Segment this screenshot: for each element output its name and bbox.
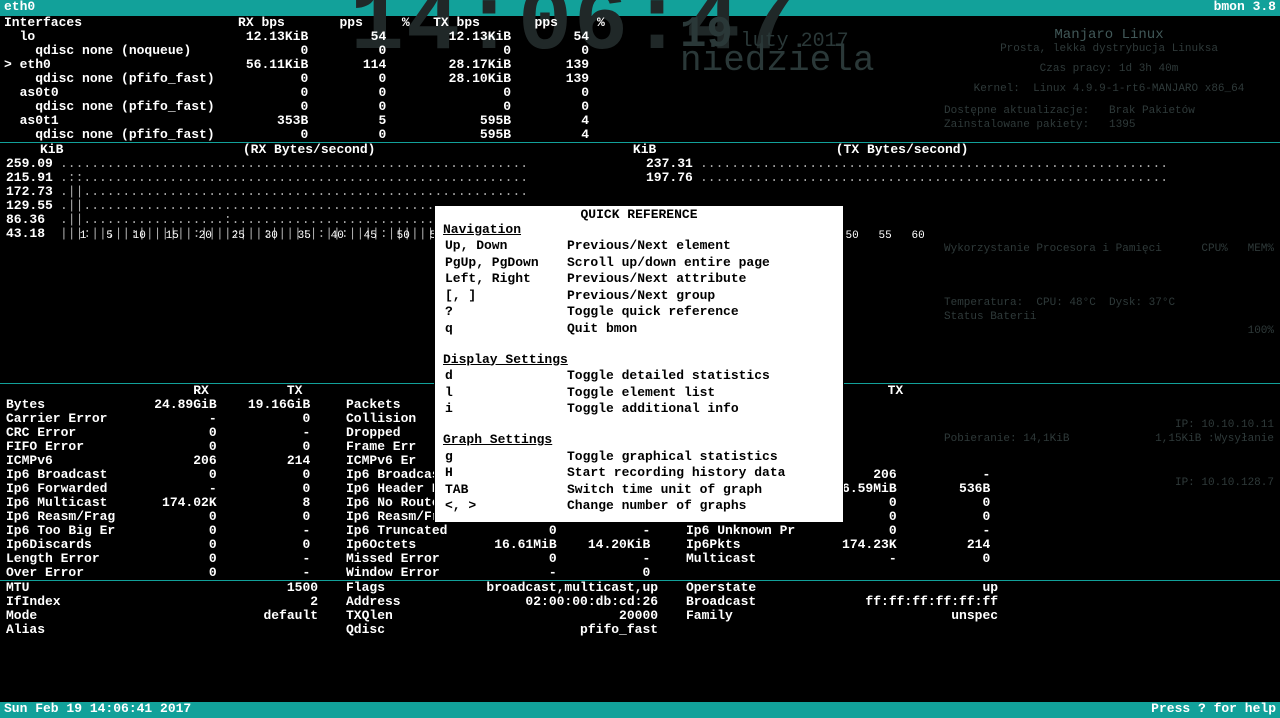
quickref-row: ?Toggle quick reference [445, 305, 770, 320]
quickref-row: dToggle detailed statistics [445, 369, 770, 384]
interface-row[interactable]: qdisc none (pfifo_fast) 0 0 28.10KiB 139 [4, 72, 1276, 86]
interface-table[interactable]: Interfaces RX bps pps % TX bps pps % lo … [0, 16, 1280, 142]
quickref-row: Up, DownPrevious/Next element [445, 239, 770, 254]
titlebar-left: eth0 [4, 0, 35, 16]
quickref-row: qQuit bmon [445, 322, 770, 337]
quickref-disp-header: Display Settings [443, 353, 835, 368]
quickref-nav-header: Navigation [443, 223, 835, 238]
interface-row[interactable]: qdisc none (pfifo_fast) 0 0 595B 4 [4, 128, 1276, 142]
quickref-disp-table: dToggle detailed statistics lToggle eleme… [443, 367, 772, 419]
interface-row[interactable]: qdisc none (noqueue) 0 0 0 0 [4, 44, 1276, 58]
quickref-row: Left, RightPrevious/Next attribute [445, 272, 770, 287]
quickref-row: lToggle element list [445, 386, 770, 401]
info-block: MTU 1500 IfIndex 2 Mode default Alias Fl… [0, 581, 1280, 637]
quickref-row: TABSwitch time unit of graph [445, 483, 785, 498]
quickref-row: [, ]Previous/Next group [445, 289, 770, 304]
interface-row[interactable]: as0t1 353B 5 595B 4 [4, 114, 1276, 128]
quickref-row: HStart recording history data [445, 466, 785, 481]
quickref-graph-table: gToggle graphical statisticsHStart recor… [443, 448, 787, 516]
statusbar-clock: Sun Feb 19 14:06:41 2017 [4, 702, 191, 718]
quickref-row: <, >Change number of graphs [445, 499, 785, 514]
quickref-graph-header: Graph Settings [443, 433, 835, 448]
statusbar-help-hint: Press ? for help [1151, 702, 1276, 718]
quickref-row: iToggle additional info [445, 402, 770, 417]
quickref-nav-table: Up, DownPrevious/Next element PgUp, PgDow… [443, 237, 772, 338]
titlebar: eth0 bmon 3.8 [0, 0, 1280, 16]
interface-row[interactable]: > eth0 56.11KiB 114 28.17KiB 139 [4, 58, 1276, 72]
statusbar: Sun Feb 19 14:06:41 2017 Press ? for hel… [0, 702, 1280, 718]
interface-row[interactable]: lo 12.13KiB 54 12.13KiB 54 [4, 30, 1276, 44]
quick-reference-popup: QUICK REFERENCE Navigation Up, DownPrevi… [434, 205, 844, 523]
quickref-row: PgUp, PgDownScroll up/down entire page [445, 256, 770, 271]
interface-row[interactable]: qdisc none (pfifo_fast) 0 0 0 0 [4, 100, 1276, 114]
quickref-title: QUICK REFERENCE [443, 208, 835, 223]
interface-row[interactable]: as0t0 0 0 0 0 [4, 86, 1276, 100]
titlebar-right: bmon 3.8 [1214, 0, 1276, 16]
quickref-row: gToggle graphical statistics [445, 450, 785, 465]
